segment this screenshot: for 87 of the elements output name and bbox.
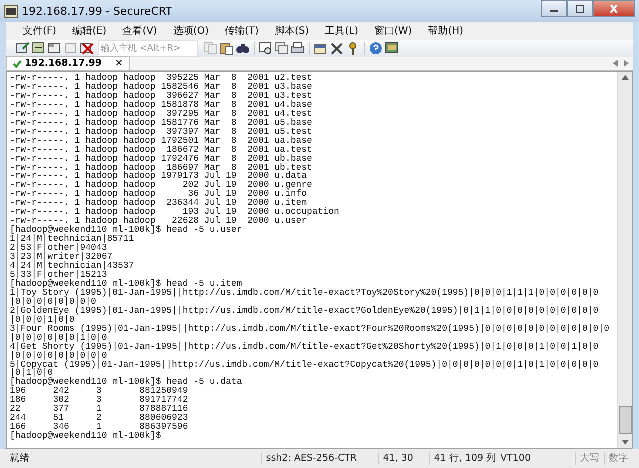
terminal-line: -rw-r-----. 1 hadoop hadoop 395225 Mar 8 2001 u2.test	[10, 74, 314, 83]
terminal-line: 2|53|F|other|94043	[10, 244, 108, 254]
tab-close-button[interactable]: ×	[114, 58, 124, 69]
terminal-line: -rw-r-----. 1 hadoop hadoop 202 Jul 19 2000 u.genre	[10, 181, 314, 190]
terminal-line: -rw-r-----. 1 hadoop hadoop 186672 Mar 8 2001 ua.test	[10, 146, 314, 155]
terminal-line: |0|0|0|1|0|0	[10, 316, 76, 325]
key-indicator: 大写	[575, 452, 604, 465]
status-text: 就绪	[9, 452, 31, 465]
terminal-line: -rw-r-----. 1 hadoop hadoop 1979173 Jul 19 2000 u.data	[10, 172, 308, 182]
menu-item[interactable]: 文件(F)	[14, 24, 64, 38]
print-icon[interactable]	[291, 42, 305, 55]
terminal-line: 1|Toy Story (1995)|01-Jan-1995||http://us.imdb.com/M/title-exact?Toy%20Story%20(1995)|0|0|0|1|1|1|0|0|0|0|0|0	[10, 288, 600, 298]
terminal-line: |0|0|0|0|0|0|0|0|0	[10, 352, 108, 360]
terminal-line: -rw-r-----. 1 hadoop hadoop 396627 Mar 8 2001 u3.test	[10, 92, 314, 101]
terminal-size: 41 行, 109 列	[429, 452, 501, 465]
terminal-line: |0|0|0|0|0|0|0|0	[10, 298, 96, 307]
connect-icon[interactable]	[16, 42, 30, 55]
terminal-line: -rw-r-----. 1 hadoop hadoop 1792476 Mar 8 2001 ub.base	[10, 154, 314, 164]
terminal-line: 3|Four Rooms (1995)|01-Jan-1995||http://us.imdb.com/M/title-exact?Four%20Rooms%20(1995)|0|0|0|0|0|0|0|0|0|0|0|0	[10, 324, 610, 334]
cursor-position: 41, 30	[378, 453, 430, 464]
session-tab[interactable]: 192.168.17.99 ×	[6, 56, 130, 70]
maximize-button[interactable]	[567, 0, 593, 17]
terminal-line: [hadoop@weekend110 ml-100k]$ head -5 u.item	[10, 280, 242, 289]
binoculars-icon[interactable]	[236, 42, 250, 55]
terminal-line: |0|0|0|0|0|0|1|0|0	[10, 334, 108, 343]
quick-connect-icon[interactable]	[32, 42, 46, 55]
menu-item[interactable]: 脚本(S)	[266, 24, 316, 38]
scroll-thumb[interactable]	[618, 406, 632, 434]
key-indicator: 数字	[604, 452, 633, 465]
help-icon[interactable]	[369, 42, 383, 55]
terminal-line: 2|GoldenEye (1995)|01-Jan-1995||http://us.imdb.com/M/title-exact?GoldenEye%20(1995)|0|1|1|0|0|0|0|0|0|0|0|0|0	[10, 306, 600, 316]
window-title: 192.168.17.99 - SecureCRT	[22, 4, 172, 18]
close-icon	[609, 4, 619, 12]
terminal-line: [hadoop@weekend110 ml-100k]$	[10, 432, 162, 442]
maximize-icon	[575, 4, 585, 12]
close-button[interactable]	[593, 0, 635, 17]
sessions-icon[interactable]	[275, 42, 289, 55]
terminal-line: -rw-r-----. 1 hadoop hadoop 186697 Mar 8 2001 ub.test	[10, 164, 314, 172]
terminal-line: 1|24|M|technician|85711	[10, 235, 136, 244]
terminal-line: -rw-r-----. 1 hadoop hadoop 236344 Jul 19 2000 u.item	[10, 199, 308, 208]
terminal-line: 22 377 1 878887116	[10, 405, 190, 414]
disconnect-icon[interactable]	[80, 42, 94, 55]
menu-item[interactable]: 工具(L)	[316, 24, 366, 38]
terminal-line: -rw-r-----. 1 hadoop hadoop 1792501 Mar 8 2001 ua.base	[10, 136, 314, 146]
terminal-line: 166 346 1 886397596	[10, 423, 190, 432]
menu-item[interactable]: 传输(T)	[216, 24, 266, 38]
terminal-line: -rw-r-----. 1 hadoop hadoop 397295 Mar 8 2001 u4.test	[10, 110, 314, 119]
settings-window-icon[interactable]	[259, 42, 273, 55]
monitor-icon[interactable]	[385, 42, 399, 55]
terminal-icon	[4, 4, 18, 18]
terminal-line: -rw-r-----. 1 hadoop hadoop 1582546 Mar 8 2001 u3.base	[10, 82, 314, 92]
terminal-line: -rw-r-----. 1 hadoop hadoop 193 Jul 19 2000 u.occupation	[10, 208, 340, 218]
terminal-line: 244 51 2 880606923	[10, 414, 190, 424]
terminal-line: -rw-r-----. 1 hadoop hadoop 397397 Mar 8 2001 u5.test	[10, 128, 314, 137]
terminal-line: 186 302 3 891717742	[10, 396, 190, 406]
host-input-field[interactable]: 输入主机 <Alt+R>	[98, 40, 198, 57]
tab-icon[interactable]	[48, 42, 62, 55]
terminal-line: 4|Get Shorty (1995)|01-Jan-1995||http://us.imdb.com/M/title-exact?Get%20Shorty%20(1995)|0|1|0|0|0|1|0|0|1|0|0	[10, 342, 600, 352]
menu-item[interactable]: 选项(O)	[164, 24, 216, 38]
menu-item[interactable]: 编辑(E)	[64, 24, 114, 38]
terminal-line: 3|23|M|writer|32067	[10, 253, 113, 262]
scroll-up-icon[interactable]	[622, 75, 628, 80]
terminal-line: |0|1|0|0	[10, 369, 54, 378]
terminal-line: 5|33|F|other|15213	[10, 270, 108, 280]
menu-item[interactable]: 窗口(W)	[365, 24, 420, 38]
tools-icon[interactable]	[330, 42, 344, 55]
cipher-text: ssh2: AES-256-CTR	[261, 453, 378, 464]
scroll-down-icon[interactable]	[622, 440, 628, 445]
terminal-line: 196 242 3 881250949	[10, 387, 190, 396]
terminal-line: 4|24|M|technician|43537	[10, 262, 136, 271]
terminal-line: -rw-r-----. 1 hadoop hadoop 22628 Jul 19 2000 u.user	[10, 217, 308, 226]
terminal-line: 5|Copycat (1995)|01-Jan-1995||http://us.imdb.com/M/title-exact?Copycat%20(1995)|0|0|0|0|0|0|0|1|0|1|0|0|0|0|0	[10, 360, 600, 370]
emulation-text: VT100	[500, 453, 532, 464]
scroll-left-icon[interactable]	[613, 60, 618, 67]
minimize-button[interactable]	[541, 0, 567, 17]
scroll-right-icon[interactable]	[624, 60, 629, 67]
menu-item[interactable]: 查看(V)	[114, 24, 164, 38]
menu-item[interactable]: 帮助(H)	[419, 24, 471, 38]
terminal-line: -rw-r-----. 1 hadoop hadoop 1581776 Mar 8 2001 u5.base	[10, 118, 314, 128]
terminal-line: -rw-r-----. 1 hadoop hadoop 1581878 Mar 8 2001 u4.base	[10, 100, 314, 110]
scroll-bar[interactable]	[617, 72, 632, 448]
checkmark-icon	[13, 60, 22, 68]
terminal-line: [hadoop@weekend110 ml-100k]$ head -5 u.user	[10, 226, 244, 236]
terminal-line: [hadoop@weekend110 ml-100k]$ head -5 u.data	[10, 378, 244, 388]
terminal-line: -rw-r-----. 1 hadoop hadoop 36 Jul 19 2000 u.info	[10, 190, 308, 200]
paste-icon[interactable]	[220, 42, 234, 55]
options-icon[interactable]	[314, 42, 328, 55]
